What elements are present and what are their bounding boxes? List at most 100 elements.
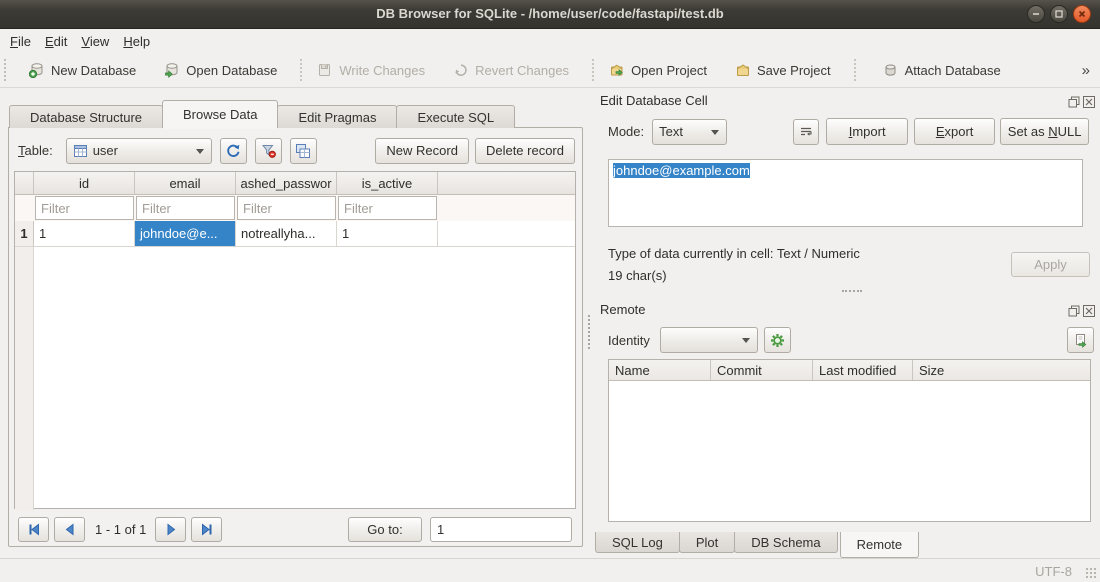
word-wrap-button[interactable] <box>793 119 819 145</box>
minimize-button[interactable] <box>1027 5 1045 23</box>
new-record-button[interactable]: New Record <box>375 138 469 164</box>
clone-database-button[interactable] <box>1067 327 1094 353</box>
cell-is-active[interactable]: 1 <box>337 221 438 246</box>
filter-input-hashed-password[interactable] <box>237 196 336 220</box>
grid-filter-row <box>15 195 575 221</box>
remote-column-size[interactable]: Size <box>913 360 1090 380</box>
set-as-null-button[interactable]: Set as NULL <box>1000 118 1089 145</box>
grid-header: id email ashed_passwor is_active <box>15 172 575 195</box>
vertical-splitter-handle[interactable] <box>588 315 590 349</box>
toolbar-drag-handle[interactable] <box>4 59 6 81</box>
clear-filters-button[interactable] <box>255 138 282 164</box>
apply-button[interactable]: Apply <box>1011 252 1090 277</box>
new-database-button[interactable]: New Database <box>24 58 141 82</box>
tab-edit-pragmas[interactable]: Edit Pragmas <box>277 105 397 128</box>
remote-column-name[interactable]: Name <box>609 360 711 380</box>
float-dock-button[interactable] <box>1067 304 1080 317</box>
resize-grip[interactable] <box>1085 567 1097 579</box>
table-selector[interactable]: user <box>66 138 212 164</box>
goto-input[interactable] <box>430 517 572 542</box>
maximize-button[interactable] <box>1050 5 1068 23</box>
manage-identities-button[interactable] <box>764 327 791 353</box>
save-project-button[interactable]: Save Project <box>730 58 836 82</box>
main-tab-bar: Database Structure Browse Data Edit Prag… <box>9 100 514 128</box>
next-record-button[interactable] <box>155 517 186 542</box>
clone-database-icon <box>1073 333 1088 348</box>
column-header-email[interactable]: email <box>135 172 236 194</box>
identity-label: Identity <box>608 333 650 348</box>
delete-record-button[interactable]: Delete record <box>475 138 575 164</box>
table-icon <box>73 144 88 158</box>
close-button[interactable] <box>1073 5 1091 23</box>
close-dock-button[interactable] <box>1082 304 1095 317</box>
first-record-icon <box>27 523 41 536</box>
refresh-icon <box>225 143 241 159</box>
browse-data-panel: Table: user New Record Delete record id … <box>8 127 583 547</box>
export-button[interactable]: Export <box>914 118 995 145</box>
column-header-hashed-password[interactable]: ashed_passwor <box>236 172 337 194</box>
float-dock-button[interactable] <box>1067 95 1080 108</box>
revert-changes-icon <box>453 62 469 78</box>
previous-record-button[interactable] <box>54 517 85 542</box>
identity-row: Identity <box>608 327 1094 353</box>
identity-selector[interactable] <box>660 327 758 353</box>
row-header[interactable]: 1 <box>15 221 34 246</box>
gear-icon <box>770 333 785 348</box>
tab-database-structure[interactable]: Database Structure <box>9 105 163 128</box>
save-project-icon <box>735 62 751 78</box>
close-icon <box>1077 9 1087 19</box>
tab-plot[interactable]: Plot <box>679 532 735 553</box>
table-label: Table: <box>18 143 53 158</box>
status-bar: UTF-8 <box>0 558 1100 582</box>
window-title: DB Browser for SQLite - /home/user/code/… <box>0 6 1100 21</box>
tab-remote[interactable]: Remote <box>840 532 920 558</box>
column-header-is-active[interactable]: is_active <box>337 172 438 194</box>
row-header-strip <box>15 247 34 510</box>
toolbar-separator <box>592 59 594 81</box>
cell-editor[interactable]: johndoe@example.com <box>608 159 1083 227</box>
cell-email-selected[interactable]: johndoe@e... <box>135 221 236 246</box>
last-record-button[interactable] <box>191 517 222 542</box>
open-project-icon <box>609 62 625 78</box>
attach-database-icon <box>883 62 899 78</box>
attach-database-button[interactable]: Attach Database <box>878 58 1006 82</box>
menu-view[interactable]: View <box>74 31 116 52</box>
column-header-id[interactable]: id <box>34 172 135 194</box>
tab-execute-sql[interactable]: Execute SQL <box>396 105 515 128</box>
import-button[interactable]: Import <box>826 118 908 145</box>
toolbar-overflow-button[interactable]: » <box>1082 62 1090 79</box>
open-database-button[interactable]: Open Database <box>159 58 282 82</box>
edit-cell-dock-title: Edit Database Cell <box>600 93 708 108</box>
cell-hashed-password[interactable]: notreallyha... <box>236 221 337 246</box>
new-database-icon <box>29 62 45 78</box>
remote-column-last-modified[interactable]: Last modified <box>813 360 913 380</box>
cell-id[interactable]: 1 <box>34 221 135 246</box>
mode-selector[interactable]: Text <box>652 119 727 145</box>
filter-input-id[interactable] <box>35 196 134 220</box>
tab-browse-data[interactable]: Browse Data <box>162 100 278 128</box>
cell-value: johndoe@example.com <box>613 163 750 178</box>
menu-help[interactable]: Help <box>116 31 157 52</box>
open-project-button[interactable]: Open Project <box>604 58 712 82</box>
write-changes-button: Write Changes <box>312 58 430 82</box>
menu-edit[interactable]: Edit <box>38 31 74 52</box>
revert-changes-button: Revert Changes <box>448 58 574 82</box>
remote-column-commit[interactable]: Commit <box>711 360 813 380</box>
word-wrap-icon <box>799 125 813 139</box>
first-record-button[interactable] <box>18 517 49 542</box>
minimize-icon <box>1031 9 1041 19</box>
horizontal-splitter-handle[interactable] <box>842 290 862 292</box>
tab-db-schema[interactable]: DB Schema <box>734 532 837 553</box>
filter-input-is-active[interactable] <box>338 196 437 220</box>
tab-sql-log[interactable]: SQL Log <box>595 532 680 553</box>
close-dock-button[interactable] <box>1082 95 1095 108</box>
menu-bar: File Edit View Help <box>0 30 1100 53</box>
menu-file[interactable]: File <box>3 31 38 52</box>
save-table-button[interactable] <box>290 138 317 164</box>
remote-table: Name Commit Last modified Size <box>608 359 1091 522</box>
goto-button[interactable]: Go to: <box>348 517 422 542</box>
refresh-button[interactable] <box>220 138 247 164</box>
title-bar[interactable]: DB Browser for SQLite - /home/user/code/… <box>0 0 1100 29</box>
last-record-icon <box>200 523 214 536</box>
filter-input-email[interactable] <box>136 196 235 220</box>
